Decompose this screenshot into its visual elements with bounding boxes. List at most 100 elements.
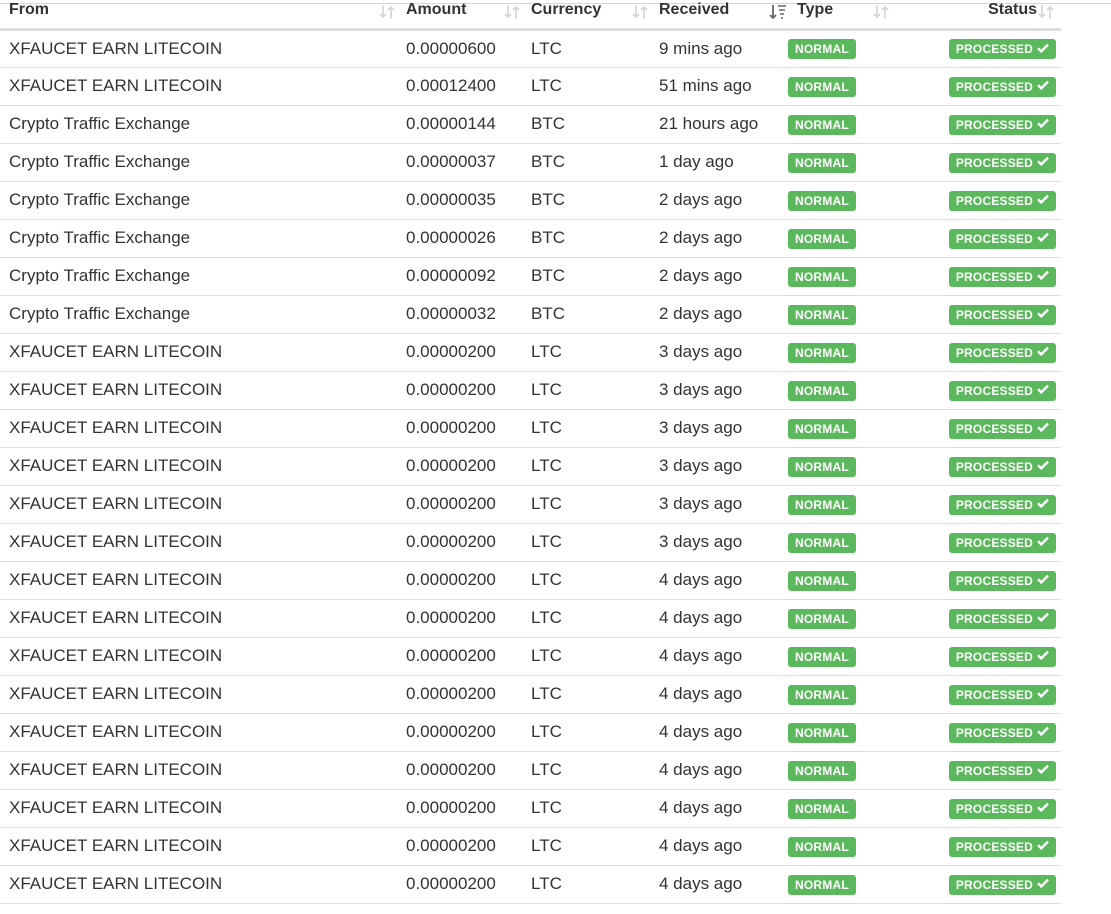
cell-amount: 0.00012400 [397,67,522,106]
cell-type: NORMAL [788,257,923,296]
cell-amount: 0.00000200 [397,675,522,714]
amount-text: 0.00000200 [406,836,496,855]
from-text: XFAUCET EARN LITECOIN [9,684,223,703]
amount-text: 0.00000200 [406,760,496,779]
type-badge: NORMAL [788,342,856,363]
received-text: 4 days ago [659,570,743,589]
check-icon [1037,802,1049,814]
status-badge: PROCESSED [948,152,1056,173]
table-row: XFAUCET EARN LITECOIN 0.00000200 LTC 3 d… [0,447,1061,486]
cell-received: 3 days ago [650,333,788,372]
status-text: PROCESSED [955,79,1033,94]
amount-text: 0.00000035 [406,190,496,209]
cell-type: NORMAL [788,751,923,790]
from-text: XFAUCET EARN LITECOIN [9,342,223,361]
currency-text: BTC [531,152,565,171]
cell-status: PROCESSED [923,865,1061,904]
cell-from: XFAUCET EARN LITECOIN [0,865,397,904]
column-header-received[interactable]: Received [650,0,788,31]
check-icon [1037,650,1049,662]
currency-text: BTC [531,228,565,247]
cell-status: PROCESSED [923,409,1061,448]
received-text: 4 days ago [659,798,743,817]
cell-currency: LTC [522,561,650,600]
cell-currency: BTC [522,105,650,144]
status-badge: PROCESSED [948,874,1056,895]
sort-descending-icon[interactable] [768,2,788,22]
currency-text: LTC [531,532,562,551]
cell-from: Crypto Traffic Exchange [0,257,397,296]
check-icon [1037,878,1049,890]
check-icon [1037,498,1049,510]
cell-received: 51 mins ago [650,67,788,106]
received-text: 3 days ago [659,494,743,513]
status-text: PROCESSED [955,421,1033,436]
cell-currency: BTC [522,143,650,182]
type-badge: NORMAL [788,456,856,477]
sort-unsorted-icon[interactable] [377,2,397,22]
sort-unsorted-icon[interactable] [871,2,891,22]
check-icon [1037,688,1049,700]
received-text: 3 days ago [659,342,743,361]
status-text: PROCESSED [955,649,1033,664]
table-row: XFAUCET EARN LITECOIN 0.00000200 LTC 3 d… [0,333,1061,372]
column-header-currency[interactable]: Currency [522,0,650,31]
cell-type: NORMAL [788,333,923,372]
column-header-type[interactable]: Type [788,0,923,31]
received-text: 4 days ago [659,684,743,703]
cell-from: Crypto Traffic Exchange [0,181,397,220]
cell-from: XFAUCET EARN LITECOIN [0,447,397,486]
cell-received: 3 days ago [650,485,788,524]
cell-type: NORMAL [788,713,923,752]
status-badge: PROCESSED [948,114,1056,135]
type-badge: NORMAL [788,532,856,553]
sort-unsorted-icon[interactable] [630,2,650,22]
column-header-label: Received [659,1,730,18]
received-text: 51 mins ago [659,76,752,95]
received-text: 4 days ago [659,722,743,741]
sort-unsorted-icon[interactable] [502,2,522,22]
cell-amount: 0.00000200 [397,713,522,752]
column-header-status[interactable]: Status [923,0,1061,31]
cell-type: NORMAL [788,827,923,866]
cell-from: XFAUCET EARN LITECOIN [0,751,397,790]
type-badge: NORMAL [788,722,856,743]
received-text: 3 days ago [659,456,743,475]
table-row: Crypto Traffic Exchange 0.00000092 BTC 2… [0,257,1061,296]
column-header-amount[interactable]: Amount [397,0,522,31]
cell-type: NORMAL [788,599,923,638]
type-badge: NORMAL [788,760,856,781]
type-badge: NORMAL [788,798,856,819]
amount-text: 0.00000200 [406,722,496,741]
cell-currency: LTC [522,675,650,714]
cell-currency: LTC [522,523,650,562]
transactions-table-container: From Amount Currency Received Type Statu… [0,0,1061,904]
cell-from: XFAUCET EARN LITECOIN [0,523,397,562]
cell-amount: 0.00000035 [397,181,522,220]
cell-currency: LTC [522,599,650,638]
from-text: XFAUCET EARN LITECOIN [9,494,223,513]
cell-received: 4 days ago [650,751,788,790]
from-text: Crypto Traffic Exchange [9,266,191,285]
cell-from: XFAUCET EARN LITECOIN [0,485,397,524]
currency-text: LTC [531,418,562,437]
cell-status: PROCESSED [923,751,1061,790]
cell-currency: LTC [522,485,650,524]
status-badge: PROCESSED [948,570,1056,591]
cell-currency: LTC [522,447,650,486]
cell-received: 2 days ago [650,295,788,334]
check-icon [1037,460,1049,472]
amount-text: 0.00000200 [406,456,496,475]
column-header-from[interactable]: From [0,0,397,31]
sort-unsorted-icon[interactable] [1036,2,1056,22]
cell-amount: 0.00000092 [397,257,522,296]
cell-received: 1 day ago [650,143,788,182]
from-text: XFAUCET EARN LITECOIN [9,608,223,627]
status-badge: PROCESSED [948,342,1056,363]
table-row: XFAUCET EARN LITECOIN 0.00000200 LTC 3 d… [0,371,1061,410]
cell-status: PROCESSED [923,523,1061,562]
status-badge: PROCESSED [948,798,1056,819]
currency-text: LTC [531,570,562,589]
cell-amount: 0.00000032 [397,295,522,334]
type-badge: NORMAL [788,418,856,439]
